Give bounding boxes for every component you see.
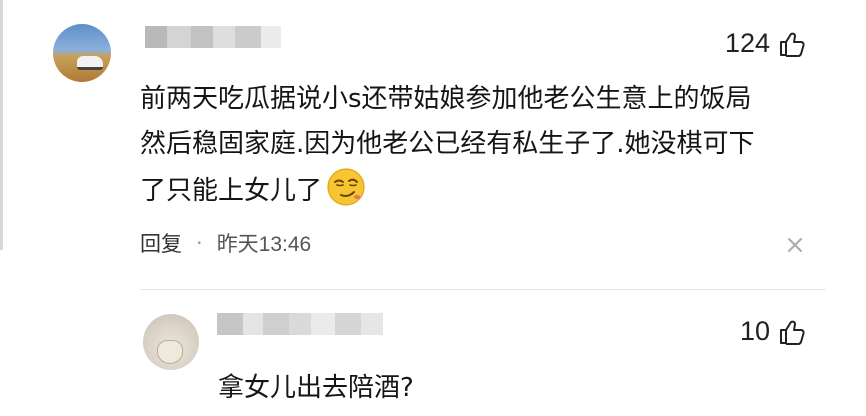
comment-meta: 回复 · 昨天13:46 [140, 228, 311, 258]
comment-line-last: 了只能上女儿了 [140, 167, 820, 214]
comment-text: 前两天吃瓜据说小s还带姑娘参加他老公生意上的饭局 然后稳固家庭.因为他老公已经有… [140, 77, 820, 214]
reply-like-button[interactable]: 10 [740, 316, 806, 347]
timestamp: 昨天13:46 [216, 233, 312, 256]
like-button[interactable]: 124 [725, 28, 806, 59]
avatar[interactable] [53, 24, 111, 82]
reply-button[interactable]: 回复 [140, 228, 182, 258]
comment-item: 124 前两天吃瓜据说小s还带姑娘参加他老公生意上的饭局 然后稳固家庭.因为他老… [0, 0, 866, 290]
close-icon[interactable] [786, 236, 804, 254]
avatar-face [157, 340, 183, 364]
thumbs-up-icon [780, 320, 805, 345]
comment-line: 了只能上女儿了 [140, 176, 323, 206]
reply-avatar[interactable] [143, 314, 199, 370]
reply-text: 拿女儿出去陪酒? [218, 373, 414, 403]
username-blurred[interactable] [145, 26, 281, 48]
divider [140, 289, 826, 290]
comment-line: 前两天吃瓜据说小s还带姑娘参加他老公生意上的饭局 [140, 84, 752, 114]
comment-line: 然后稳固家庭.因为他老公已经有私生子了.她没棋可下 [140, 129, 755, 159]
thumbs-up-icon [780, 32, 805, 57]
car-image [77, 56, 103, 70]
separator-dot: · [196, 231, 203, 255]
smirk-emoji-icon [327, 168, 365, 206]
reply-like-count: 10 [739, 316, 770, 346]
like-count: 124 [724, 28, 770, 58]
reply-username-blurred[interactable] [217, 313, 383, 335]
